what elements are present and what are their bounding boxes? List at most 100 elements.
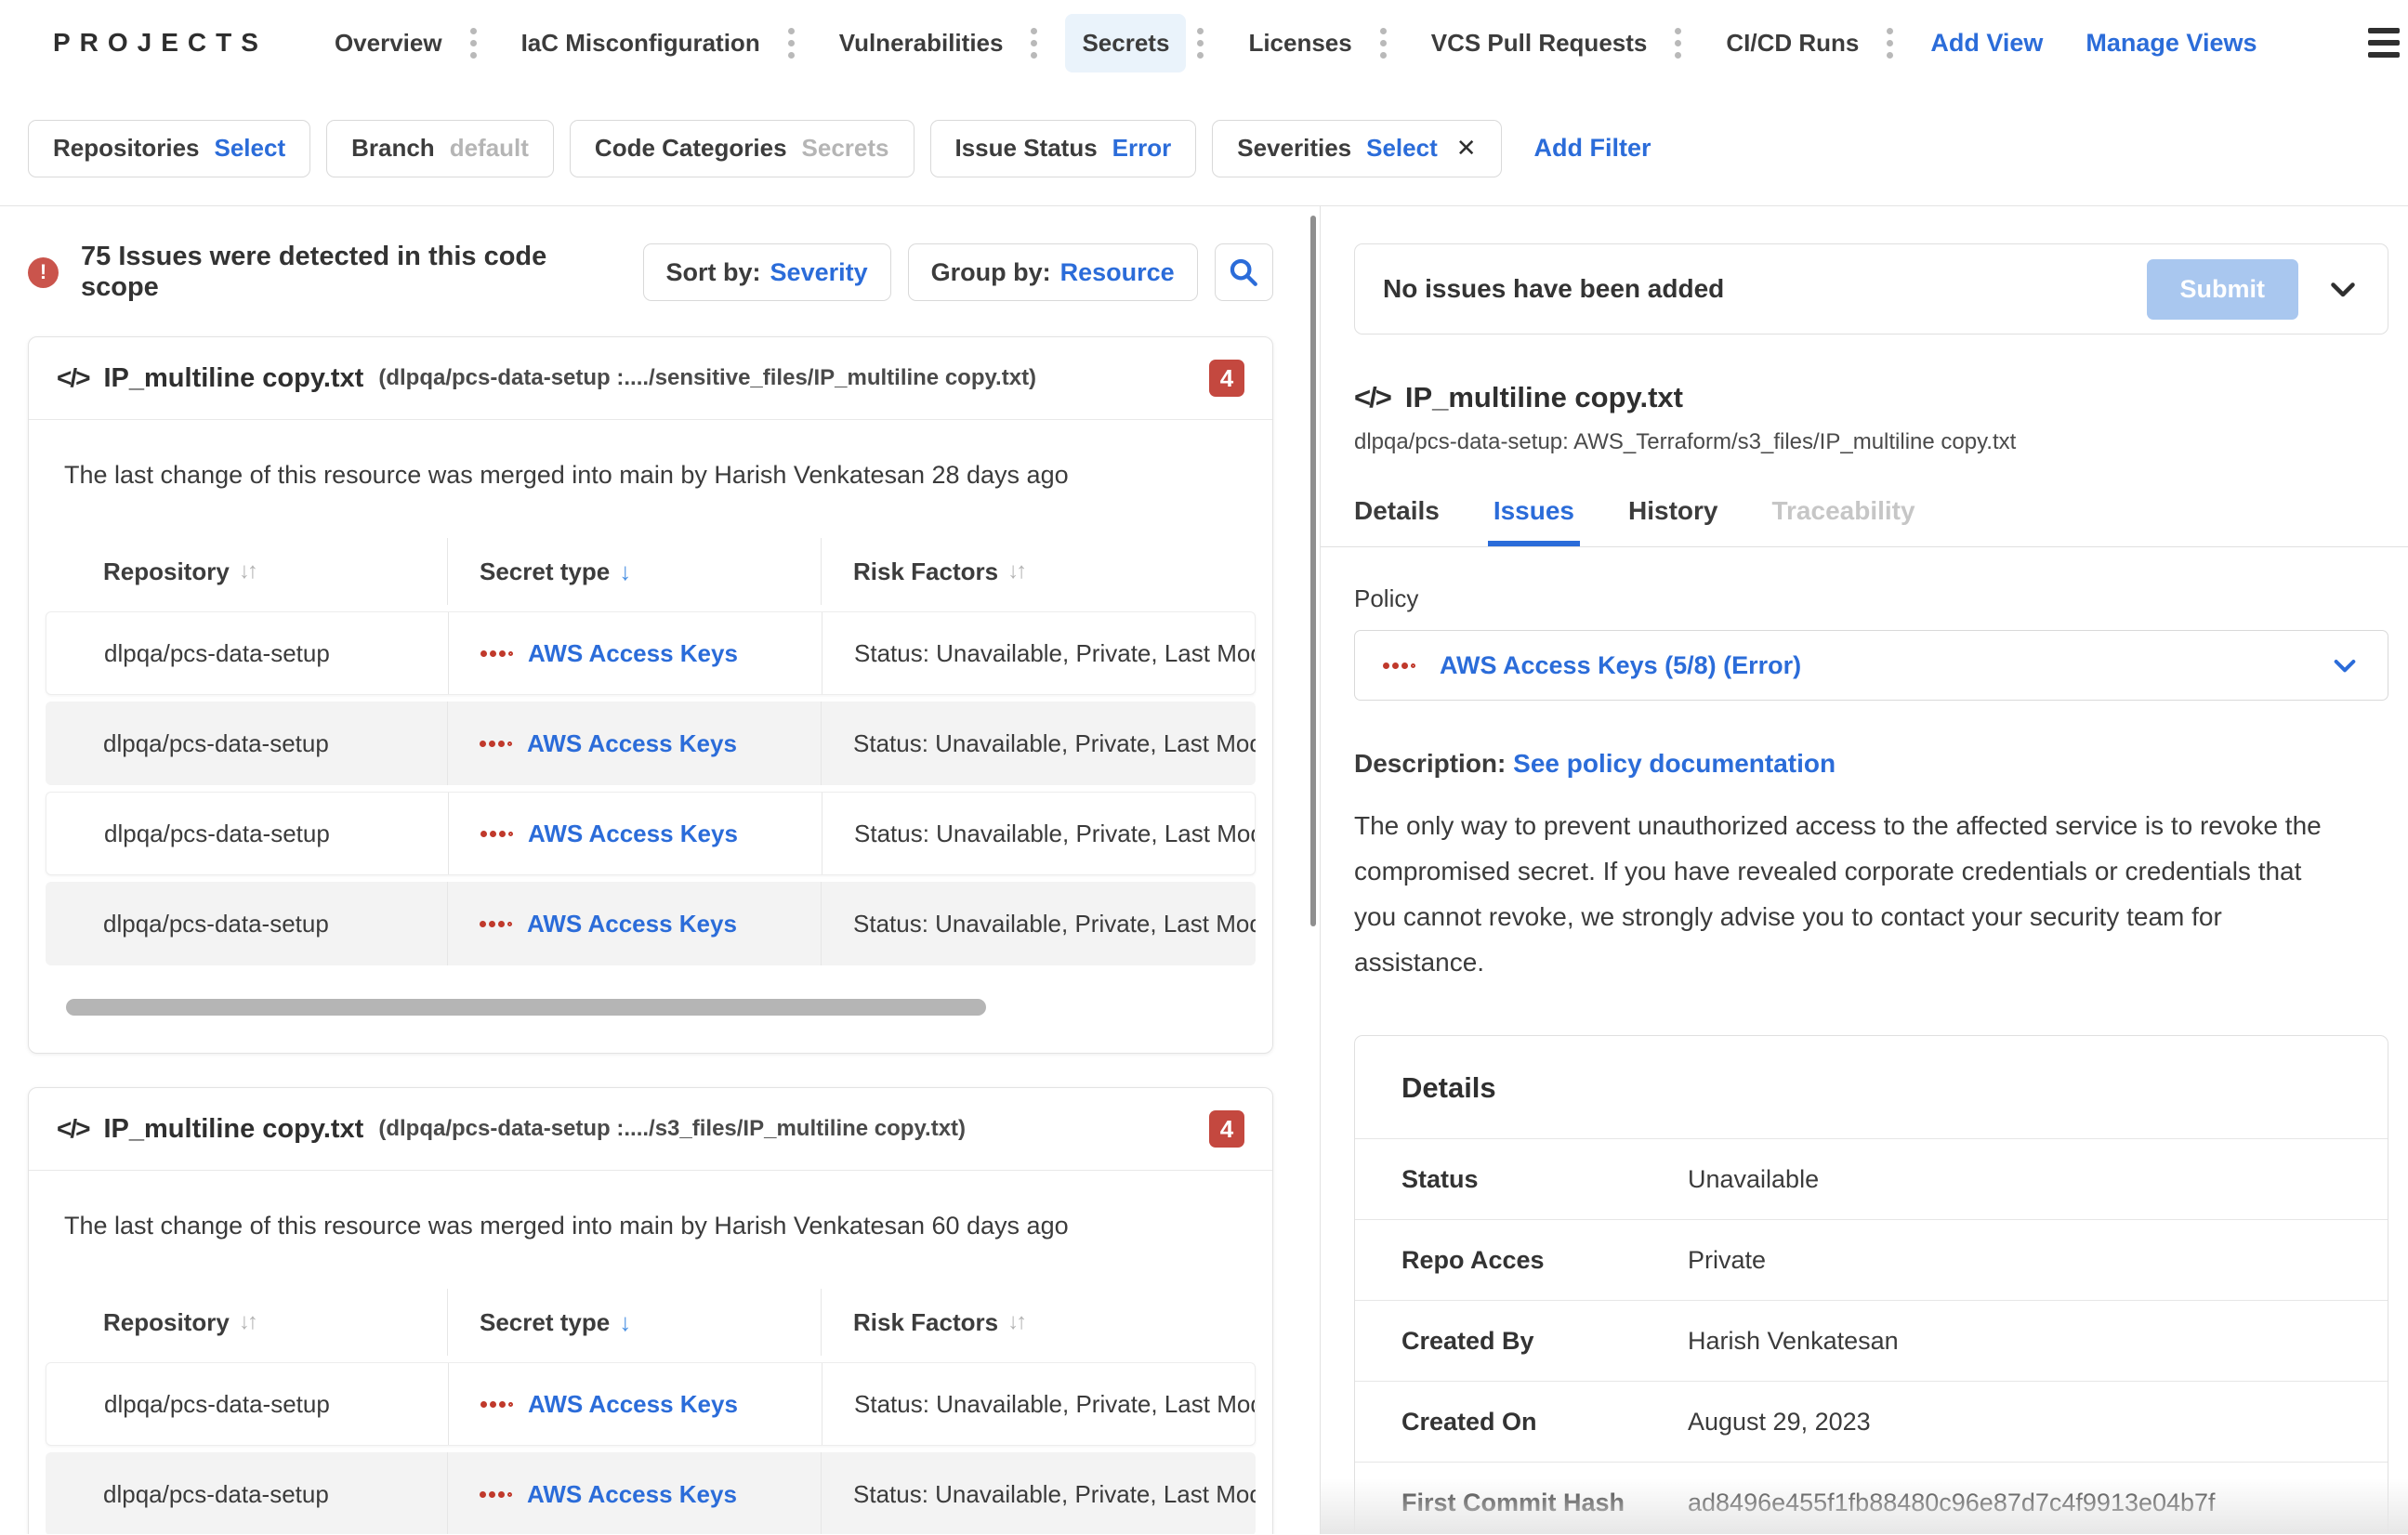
- top-nav: PROJECTS Overview IaC Misconfiguration V…: [0, 0, 2408, 85]
- horizontal-scrollbar[interactable]: [66, 999, 986, 1016]
- tab-overflow-menu-icon[interactable]: [1376, 24, 1390, 62]
- issue-count-badge: 4: [1209, 360, 1244, 397]
- tab-overflow-menu-icon[interactable]: [1193, 24, 1207, 62]
- resource-title: IP_multiline copy.txt: [103, 1114, 363, 1145]
- details-panel: No issues have been added Submit </> IP_…: [1321, 206, 2408, 1534]
- chevron-down-icon: [2326, 272, 2360, 306]
- sort-desc-icon[interactable]: ↓: [619, 1308, 631, 1337]
- vertical-scrollbar[interactable]: [1310, 216, 1316, 926]
- column-repository[interactable]: Repository ↓↑: [46, 538, 447, 605]
- filter-issue-status[interactable]: Issue Status Error: [930, 120, 1197, 177]
- tab-cicd-runs[interactable]: CI/CD Runs: [1709, 14, 1921, 72]
- add-view-link[interactable]: Add View: [1930, 29, 2043, 58]
- tab-vcs-pull-requests[interactable]: VCS Pull Requests: [1415, 14, 1710, 72]
- detail-row: First Commit Hash ad8496e455f1fb88480c96…: [1355, 1462, 2388, 1534]
- main-content: ! 75 Issues were detected in this code s…: [0, 206, 2408, 1534]
- resource-card: </> IP_multiline copy.txt (dlpqa/pcs-dat…: [28, 1087, 1273, 1534]
- issues-summary: 75 Issues were detected in this code sco…: [81, 242, 626, 303]
- tab-overview[interactable]: Overview: [318, 14, 505, 72]
- group-by-control[interactable]: Group by: Resource: [908, 243, 1198, 301]
- merge-note: The last change of this resource was mer…: [64, 1212, 1256, 1240]
- alert-icon: !: [28, 257, 59, 288]
- sort-desc-icon[interactable]: ↓: [619, 558, 631, 586]
- tab-history[interactable]: History: [1628, 496, 1717, 546]
- issue-row[interactable]: dlpqa/pcs-data-setup AWS Access Keys Sta…: [46, 702, 1256, 785]
- sort-icon[interactable]: ↓↑: [239, 1309, 256, 1335]
- column-risk-factors[interactable]: Risk Factors ↓↑: [821, 538, 1256, 605]
- sort-icon[interactable]: ↓↑: [239, 558, 256, 584]
- filter-severities[interactable]: Severities Select ✕: [1212, 120, 1501, 177]
- column-risk-factors[interactable]: Risk Factors ↓↑: [821, 1289, 1256, 1356]
- submit-message: No issues have been added: [1383, 274, 1724, 304]
- dropdown-chevron[interactable]: [2330, 650, 2360, 680]
- submit-bar: No issues have been added Submit: [1354, 243, 2388, 335]
- tab-overflow-menu-icon[interactable]: [1883, 24, 1897, 62]
- selected-resource-title: IP_multiline copy.txt: [1405, 381, 1683, 414]
- filter-branch[interactable]: Branch default: [326, 120, 554, 177]
- hamburger-menu-icon[interactable]: [2368, 28, 2400, 58]
- collapse-panel-button[interactable]: [2326, 272, 2360, 306]
- tab-overflow-menu-icon[interactable]: [467, 24, 480, 62]
- add-filter-link[interactable]: Add Filter: [1534, 134, 1651, 163]
- issue-row[interactable]: dlpqa/pcs-data-setup AWS Access Keys Sta…: [46, 882, 1256, 965]
- issue-row[interactable]: dlpqa/pcs-data-setup AWS Access Keys Sta…: [46, 792, 1256, 875]
- secret-type-cell[interactable]: AWS Access Keys: [448, 793, 822, 874]
- filter-repositories[interactable]: Repositories Select: [28, 120, 310, 177]
- secret-type-cell[interactable]: AWS Access Keys: [448, 1363, 822, 1445]
- tab-overflow-menu-icon[interactable]: [784, 24, 798, 62]
- code-file-icon: </>: [57, 363, 88, 393]
- tab-issues[interactable]: Issues: [1493, 496, 1574, 546]
- submit-button[interactable]: Submit: [2147, 259, 2299, 320]
- resource-card-header[interactable]: </> IP_multiline copy.txt (dlpqa/pcs-dat…: [29, 1088, 1272, 1171]
- policy-documentation-link[interactable]: See policy documentation: [1513, 749, 1836, 778]
- tab-overflow-menu-icon[interactable]: [1671, 24, 1685, 62]
- risk-factors-cell: Status: Unavailable, Private, Last Modif…: [822, 612, 1255, 694]
- risk-factors-cell: Status: Unavailable, Private, Last Modif…: [821, 882, 1256, 965]
- details-box-title: Details: [1355, 1036, 2388, 1138]
- tab-details[interactable]: Details: [1354, 496, 1440, 546]
- secret-type-icon: [1383, 663, 1415, 669]
- sort-by-control[interactable]: Sort by: Severity: [643, 243, 891, 301]
- secret-type-cell[interactable]: AWS Access Keys: [447, 882, 821, 965]
- tab-iac-misconfiguration[interactable]: IaC Misconfiguration: [505, 14, 822, 72]
- secret-type-cell[interactable]: AWS Access Keys: [447, 702, 821, 785]
- filter-code-categories[interactable]: Code Categories Secrets: [570, 120, 915, 177]
- sort-icon[interactable]: ↓↑: [1007, 558, 1024, 584]
- secret-type-icon: [480, 741, 512, 747]
- column-repository[interactable]: Repository ↓↑: [46, 1289, 447, 1356]
- resource-title: IP_multiline copy.txt: [103, 363, 363, 394]
- risk-factors-cell: Status: Unavailable, Private, Last Modif…: [822, 793, 1255, 874]
- nav-actions: Add View Manage Views: [1930, 29, 2257, 58]
- resource-card-header[interactable]: </> IP_multiline copy.txt (dlpqa/pcs-dat…: [29, 337, 1272, 420]
- issues-toolbar: ! 75 Issues were detected in this code s…: [28, 242, 1273, 303]
- description-line: Description: See policy documentation: [1354, 749, 2388, 779]
- detail-row: Created On August 29, 2023: [1355, 1381, 2388, 1462]
- policy-selected-value[interactable]: AWS Access Keys (5/8) (Error): [1440, 651, 1801, 680]
- tab-overflow-menu-icon[interactable]: [1027, 24, 1041, 62]
- repository-cell: dlpqa/pcs-data-setup: [46, 1452, 447, 1534]
- manage-views-link[interactable]: Manage Views: [2086, 29, 2257, 58]
- details-box: Details Status Unavailable Repo Acces Pr…: [1354, 1035, 2388, 1534]
- table-header: Repository ↓↑ Secret type ↓ Risk Factors…: [46, 538, 1256, 605]
- policy-dropdown[interactable]: AWS Access Keys (5/8) (Error): [1354, 630, 2388, 701]
- tab-licenses[interactable]: Licenses: [1231, 14, 1414, 72]
- risk-factors-cell: Status: Unavailable, Private, Last Modif…: [821, 1452, 1256, 1534]
- column-secret-type[interactable]: Secret type ↓: [447, 538, 821, 605]
- tab-vulnerabilities[interactable]: Vulnerabilities: [822, 14, 1066, 72]
- repository-cell: dlpqa/pcs-data-setup: [46, 702, 447, 785]
- repository-cell: dlpqa/pcs-data-setup: [46, 612, 448, 694]
- resource-card-body: The last change of this resource was mer…: [29, 1212, 1272, 1534]
- sort-icon[interactable]: ↓↑: [1007, 1309, 1024, 1335]
- issue-row[interactable]: dlpqa/pcs-data-setup AWS Access Keys Sta…: [46, 611, 1256, 695]
- resource-path: (dlpqa/pcs-data-setup :..../sensitive_fi…: [378, 365, 1036, 391]
- tabs-divider: [1321, 546, 2408, 547]
- issue-row[interactable]: dlpqa/pcs-data-setup AWS Access Keys Sta…: [46, 1452, 1256, 1534]
- secret-type-cell[interactable]: AWS Access Keys: [447, 1452, 821, 1534]
- secret-type-cell[interactable]: AWS Access Keys: [448, 612, 822, 694]
- search-button[interactable]: [1215, 243, 1273, 301]
- remove-filter-icon[interactable]: ✕: [1456, 134, 1477, 163]
- column-secret-type[interactable]: Secret type ↓: [447, 1289, 821, 1356]
- issue-row[interactable]: dlpqa/pcs-data-setup AWS Access Keys Sta…: [46, 1362, 1256, 1446]
- tab-secrets[interactable]: Secrets: [1065, 14, 1231, 72]
- issue-count-badge: 4: [1209, 1110, 1244, 1148]
